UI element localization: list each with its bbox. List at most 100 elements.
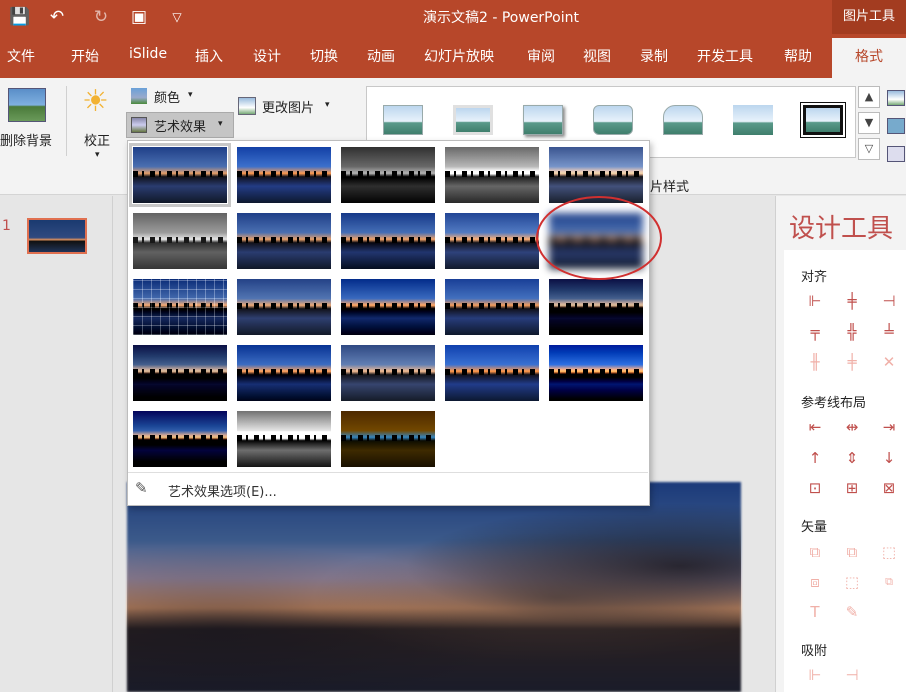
snap-section-label: 吸附 (801, 644, 828, 659)
snap-right-icon[interactable]: ⊣ (843, 666, 861, 684)
distribute-horizontal-icon[interactable]: ╫ (806, 353, 824, 371)
picture-style-5[interactable] (663, 105, 703, 135)
chevron-down-icon: ▾ (325, 100, 330, 110)
undo-icon[interactable]: ↶ (44, 0, 70, 34)
tab-view[interactable]: 视图 (583, 46, 611, 66)
vector-union-icon[interactable]: ⧉ (806, 543, 824, 561)
picture-styles-group-label: 片样式 (650, 180, 690, 195)
picture-style-6[interactable] (733, 105, 773, 135)
effect-crisscross-etching[interactable] (341, 345, 435, 401)
slide-thumbnail[interactable] (27, 218, 87, 254)
effect-marker[interactable] (237, 147, 331, 203)
effect-photocopy[interactable] (237, 411, 331, 467)
align-left-icon[interactable]: ⊩ (806, 292, 824, 310)
picture-style-3[interactable] (523, 105, 563, 135)
picture-style-1[interactable] (383, 105, 423, 135)
tab-slideshow[interactable]: 幻灯片放映 (424, 46, 494, 66)
highlight-circle (536, 196, 662, 280)
vector-fragment-icon[interactable]: ⬚ (880, 543, 898, 561)
corrections-button[interactable]: 校正 (84, 130, 110, 149)
guide-right-icon[interactable]: ⇥ (880, 418, 898, 436)
tab-design[interactable]: 设计 (253, 46, 281, 66)
effect-texturizer[interactable] (237, 345, 331, 401)
align-middle-icon[interactable]: ╬ (843, 323, 861, 341)
tab-file[interactable]: 文件 (7, 46, 35, 66)
tab-islide[interactable]: iSlide (129, 46, 167, 62)
effect-watercolor-sponge[interactable] (237, 279, 331, 335)
present-icon[interactable]: ▣ (128, 0, 150, 34)
tab-help[interactable]: 帮助 (784, 46, 812, 66)
gallery-more-icon[interactable]: ▽ (858, 138, 880, 160)
distribute-grid-icon[interactable]: ✕ (880, 353, 898, 371)
effect-none[interactable] (129, 143, 231, 207)
effect-pencil-grayscale[interactable] (341, 147, 435, 203)
artistic-effects-options-icon: ✎ (135, 479, 148, 497)
align-center-icon[interactable]: ╪ (843, 292, 861, 310)
vector-edit-icon[interactable]: ✎ (843, 603, 861, 621)
align-right-icon[interactable]: ⊣ (880, 292, 898, 310)
effect-glass[interactable] (549, 279, 643, 335)
dropdown-divider (128, 472, 648, 473)
effect-paint-strokes[interactable] (237, 213, 331, 269)
gallery-scroll-up-icon[interactable]: ▲ (858, 86, 880, 108)
guide-margin-icon[interactable]: ⊡ (806, 479, 824, 497)
vector-combine-icon[interactable]: ⧉ (843, 543, 861, 561)
tab-insert[interactable]: 插入 (195, 46, 223, 66)
effect-plastic-wrap[interactable] (549, 345, 643, 401)
tab-transitions[interactable]: 切换 (310, 46, 338, 66)
effect-glow-diffused[interactable] (445, 213, 539, 269)
vector-text-icon[interactable]: T (806, 603, 824, 621)
align-top-icon[interactable]: ╤ (806, 323, 824, 341)
effect-line-drawing[interactable] (549, 147, 643, 203)
effect-cement[interactable] (133, 345, 227, 401)
vector-intersect-icon[interactable]: ⧈ (806, 573, 824, 591)
change-picture-icon (238, 97, 256, 115)
tab-developer[interactable]: 开发工具 (697, 46, 753, 66)
slide-picture-blur-overlay (127, 482, 741, 692)
picture-style-4[interactable] (593, 105, 633, 135)
guide-bottom-icon[interactable]: ↓ (880, 449, 898, 467)
remove-background-button[interactable]: 删除背景 (0, 130, 52, 149)
snap-left-icon[interactable]: ⊩ (806, 666, 824, 684)
picture-layout-icon[interactable] (887, 146, 905, 162)
change-picture-button[interactable]: 更改图片 (262, 97, 314, 116)
chevron-down-icon: ▾ (188, 90, 193, 100)
guide-left-icon[interactable]: ⇤ (806, 418, 824, 436)
tab-review[interactable]: 审阅 (527, 46, 555, 66)
vector-subtract-icon[interactable]: ⬚ (843, 573, 861, 591)
effect-pastels-smooth[interactable] (445, 345, 539, 401)
effect-paint-brush[interactable] (341, 213, 435, 269)
effect-mosaic-bubbles[interactable] (445, 279, 539, 335)
save-icon[interactable]: 💾 (8, 0, 32, 34)
effect-film-grain[interactable] (341, 279, 435, 335)
effect-pencil-sketch[interactable] (445, 147, 539, 203)
picture-effects-icon[interactable] (887, 118, 905, 134)
guide-top-icon[interactable]: ↑ (806, 449, 824, 467)
tab-animations[interactable]: 动画 (367, 46, 395, 66)
effect-light-screen[interactable] (133, 279, 227, 335)
redo-icon[interactable]: ↻ (90, 0, 112, 34)
picture-style-7[interactable] (800, 102, 846, 138)
picture-border-icon[interactable] (887, 90, 905, 106)
vector-split-icon[interactable]: ⧉ (880, 573, 898, 591)
guide-middle-icon[interactable]: ⇕ (843, 449, 861, 467)
align-bottom-icon[interactable]: ╧ (880, 323, 898, 341)
guide-grid-icon[interactable]: ⊠ (880, 479, 898, 497)
guide-center-icon[interactable]: ⇹ (843, 418, 861, 436)
align-section-label: 对齐 (801, 270, 828, 285)
picture-style-2[interactable] (453, 105, 493, 135)
customize-qat-icon[interactable]: ▽ (168, 0, 186, 34)
distribute-vertical-icon[interactable]: ╪ (843, 353, 861, 371)
effect-chalk-sketch[interactable] (133, 213, 227, 269)
color-button[interactable]: 颜色 (154, 87, 180, 106)
tab-format[interactable]: 格式 (832, 38, 906, 78)
gallery-scroll-down-icon[interactable]: ▼ (858, 112, 880, 134)
chevron-down-icon: ▾ (95, 150, 100, 160)
tab-record[interactable]: 录制 (640, 46, 668, 66)
artistic-effects-options-item[interactable]: 艺术效果选项(E)... (168, 481, 277, 500)
effect-glow-edges[interactable] (341, 411, 435, 467)
tab-home[interactable]: 开始 (71, 46, 99, 66)
ribbon-tabbar: 文件 开始 iSlide 插入 设计 切换 动画 幻灯片放映 审阅 视图 录制 … (0, 34, 906, 78)
effect-cutout[interactable] (133, 411, 227, 467)
guide-column-icon[interactable]: ⊞ (843, 479, 861, 497)
